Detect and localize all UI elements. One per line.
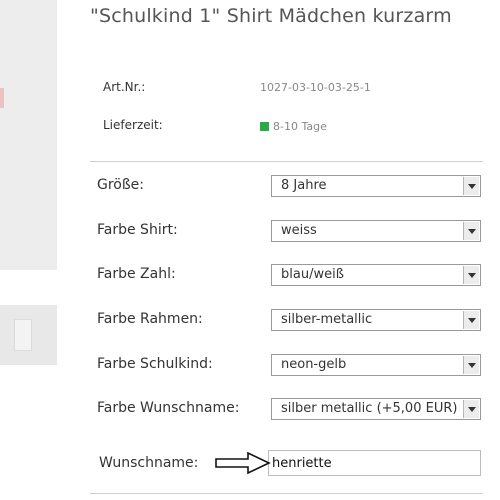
availability-indicator	[260, 122, 269, 131]
divider	[90, 161, 483, 162]
product-image[interactable]	[0, 0, 57, 270]
frame-color-select[interactable]: silber-metallic	[271, 309, 481, 331]
chevron-down-icon	[468, 184, 476, 189]
product-title: "Schulkind 1" Shirt Mädchen kurzarm	[90, 5, 452, 27]
option-label-frame-color: Farbe Rahmen:	[97, 311, 203, 327]
shirt-color-select[interactable]: weiss	[271, 220, 481, 242]
delivery-label: Lieferzeit:	[103, 118, 163, 132]
product-thumbnail[interactable]	[0, 305, 57, 365]
thumbnail-figure	[14, 319, 32, 351]
option-label-size: Größe:	[97, 177, 145, 193]
select-value: silber-metallic	[281, 312, 373, 327]
custom-name-label: Wunschname:	[99, 455, 199, 471]
select-value: blau/weiß	[281, 267, 344, 282]
custom-name-input[interactable]: henriette	[268, 450, 481, 476]
select-value: silber metallic (+5,00 EUR)	[281, 401, 458, 416]
option-label-name-color: Farbe Wunschname:	[97, 400, 240, 416]
number-color-select[interactable]: blau/weiß	[271, 264, 481, 286]
select-dropdown-button[interactable]	[463, 400, 479, 418]
delivery-time: 8-10 Tage	[273, 120, 327, 133]
option-label-number-color: Farbe Zahl:	[97, 266, 176, 282]
chevron-down-icon	[468, 318, 476, 323]
art-nr-label: Art.Nr.:	[103, 80, 146, 94]
select-dropdown-button[interactable]	[463, 222, 479, 240]
select-dropdown-button[interactable]	[463, 177, 479, 195]
delivery-value: 8-10 Tage	[260, 120, 327, 133]
select-dropdown-button[interactable]	[463, 311, 479, 329]
schoolkid-color-select[interactable]: neon-gelb	[271, 354, 481, 376]
option-label-shirt-color: Farbe Shirt:	[97, 222, 178, 238]
select-value: neon-gelb	[281, 357, 347, 372]
size-select[interactable]: 8 Jahre	[271, 175, 481, 197]
chevron-down-icon	[468, 229, 476, 234]
arrow-right-icon	[215, 451, 271, 475]
divider	[90, 493, 483, 494]
option-label-schoolkid-color: Farbe Schulkind:	[97, 356, 213, 372]
chevron-down-icon	[468, 407, 476, 412]
select-dropdown-button[interactable]	[463, 266, 479, 284]
chevron-down-icon	[468, 273, 476, 278]
art-nr-value: 1027-03-10-03-25-1	[260, 81, 371, 94]
name-color-select[interactable]: silber metallic (+5,00 EUR)	[271, 398, 481, 420]
chevron-down-icon	[468, 363, 476, 368]
image-edge-detail	[0, 88, 4, 108]
select-value: weiss	[281, 223, 317, 238]
select-dropdown-button[interactable]	[463, 356, 479, 374]
select-value: 8 Jahre	[281, 178, 327, 193]
